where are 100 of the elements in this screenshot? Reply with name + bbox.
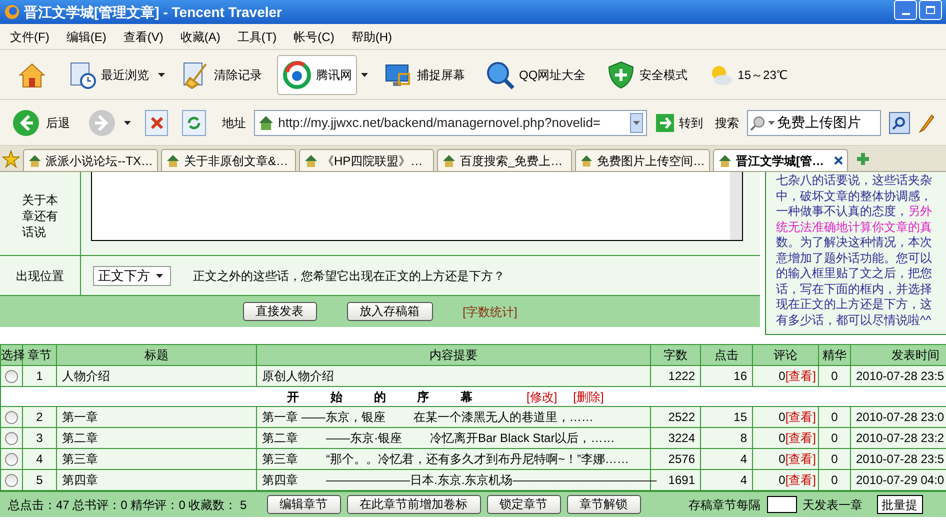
- search-field[interactable]: 免费上传图片: [747, 110, 881, 136]
- batch-submit-button[interactable]: 批量提: [876, 495, 923, 514]
- browser-logo-icon: [4, 4, 20, 20]
- form-button[interactable]: 章节解锁: [566, 495, 641, 514]
- summary-text: 第一章 ——东京，银座: [262, 409, 386, 426]
- page-icon: [718, 154, 732, 168]
- browser-tab[interactable]: 《HP四院联盟》…: [299, 149, 434, 171]
- summary-text: “那个。。冷忆君，还有多久才到布丹尼特啊~！”李娜……: [326, 451, 629, 468]
- refresh-button[interactable]: [182, 110, 206, 136]
- menu-item[interactable]: 工具(T): [237, 28, 277, 46]
- page-icon: [580, 154, 593, 168]
- search-icon: [892, 116, 906, 130]
- menu-item[interactable]: 帐号(C): [294, 28, 334, 46]
- view-link[interactable]: [查看]: [785, 431, 816, 445]
- menu-item[interactable]: 查看(V): [123, 28, 164, 46]
- summary-text: 第二章: [262, 430, 298, 447]
- summary-text: 第四章: [262, 472, 298, 489]
- browser-tab[interactable]: 晋江文学城[管…: [713, 149, 848, 171]
- column-header: 内容提要: [256, 344, 650, 366]
- view-link[interactable]: [查看]: [785, 452, 816, 466]
- days-input[interactable]: [766, 496, 797, 513]
- column-header: 选择: [0, 344, 22, 366]
- stop-button[interactable]: [144, 110, 168, 136]
- portal-logo-icon: [282, 60, 312, 90]
- browser-tab[interactable]: 免费图片上传空间…: [575, 149, 710, 171]
- page-icon: [442, 154, 456, 168]
- form-label: 出现位置: [16, 268, 64, 284]
- view-link[interactable]: [查看]: [785, 410, 816, 424]
- toolbar-button[interactable]: 最近浏览: [62, 54, 154, 94]
- back-button[interactable]: 后退: [12, 108, 70, 136]
- browser-tab[interactable]: 关于非原创文章&…: [161, 149, 296, 171]
- go-button[interactable]: 转到: [655, 112, 704, 132]
- address-field[interactable]: http://my.jjwxc.net/backend/managernovel.php?novelid=: [254, 110, 648, 136]
- search-label: 搜索: [715, 114, 740, 132]
- magnifier-icon: [750, 114, 766, 130]
- scrollbar[interactable]: [730, 172, 742, 240]
- volume-title: 开 始 的 序 幕: [287, 388, 486, 406]
- form-label: 关于本章还有话说: [22, 192, 58, 241]
- caret-icon[interactable]: [124, 120, 131, 124]
- notice-text: 数。为了解决这种情况，本次: [776, 235, 932, 249]
- notice-text: 统无法准确地计算你文章的真: [776, 220, 932, 234]
- maximize-button[interactable]: [919, 0, 942, 20]
- column-header: 标题: [56, 344, 256, 366]
- notice-text: 话，写在下面的框内，并选择: [776, 282, 932, 296]
- plus-icon[interactable]: [855, 150, 871, 166]
- toolbar-button[interactable]: 15～23℃: [702, 54, 792, 94]
- toolbar-button[interactable]: 捕捉屏幕: [378, 54, 470, 94]
- comment-count: 0: [778, 369, 786, 383]
- caret-icon[interactable]: [158, 72, 165, 76]
- minimize-button[interactable]: [894, 0, 917, 20]
- form-button[interactable]: 直接发表: [242, 302, 317, 321]
- stats-text: 总点击：47 总书评：0 精华评：0 收藏数： 5: [8, 496, 247, 514]
- page-icon: [166, 154, 180, 168]
- close-icon[interactable]: [834, 156, 843, 165]
- summary-text: 第三章: [262, 451, 298, 468]
- position-hint: 正文之外的这些话，您希望它出现在正文的上方还是下方？: [193, 268, 505, 284]
- word-count-link[interactable]: [字数统计]: [462, 302, 518, 320]
- table-cell: 第一章: [56, 406, 256, 428]
- browser-tab[interactable]: 派派小说论坛--TX…: [23, 149, 158, 171]
- refresh-icon: [186, 114, 202, 130]
- toolbar-button[interactable]: 安全模式: [600, 54, 693, 94]
- view-link[interactable]: [查看]: [785, 473, 816, 487]
- browser-tab[interactable]: 百度搜索_免费上…: [437, 149, 572, 171]
- radio-button[interactable]: [5, 432, 18, 446]
- caret-icon[interactable]: [156, 274, 163, 278]
- comment-count: 0: [778, 452, 786, 466]
- pencil-icon[interactable]: [918, 112, 934, 132]
- radio-button[interactable]: [5, 474, 18, 488]
- menu-item[interactable]: 文件(F): [10, 28, 50, 46]
- delete-link[interactable]: [删除]: [573, 388, 604, 406]
- radio-button[interactable]: [5, 370, 18, 384]
- menu-item[interactable]: 帮助(H): [351, 28, 392, 46]
- toolbar-button[interactable]: QQ网址大全: [480, 54, 591, 94]
- magnifier-icon: [485, 60, 515, 90]
- form-button[interactable]: 在此章节前增加卷标: [346, 495, 481, 514]
- notice-text: 七杂八的话要说，这些话夹杂: [776, 173, 932, 187]
- dropdown-button[interactable]: [630, 112, 644, 132]
- form-button[interactable]: 编辑章节: [266, 495, 341, 514]
- radio-button[interactable]: [5, 411, 18, 424]
- comment-count: 0: [778, 473, 786, 487]
- notice-text: 中，破坏文章的整体协调感，: [776, 188, 932, 202]
- star-icon[interactable]: [2, 150, 20, 168]
- comment-count: 0: [778, 431, 786, 445]
- toolbar-button[interactable]: 腾讯网: [277, 54, 357, 94]
- position-select[interactable]: 正文下方: [93, 266, 171, 286]
- view-link[interactable]: [查看]: [785, 369, 816, 383]
- page-icon: [304, 154, 318, 168]
- schedule-label: 存稿章节每隔: [688, 496, 761, 514]
- menu-item[interactable]: 编辑(E): [66, 28, 106, 46]
- form-button[interactable]: 放入存稿箱: [346, 302, 433, 321]
- toolbar-button[interactable]: 清除记录: [175, 54, 267, 94]
- caret-icon[interactable]: [361, 72, 368, 76]
- summary-text: 在某一个漆黑无人的巷道里，……: [413, 409, 594, 426]
- schedule-label: 天发表一章: [802, 496, 863, 514]
- edit-link[interactable]: [修改]: [526, 388, 558, 406]
- form-button[interactable]: 锁定章节: [486, 495, 561, 514]
- search-button[interactable]: [888, 112, 910, 134]
- radio-button[interactable]: [5, 453, 18, 466]
- menu-item[interactable]: 收藏(A): [180, 28, 220, 46]
- window-title: 晋江文学城[管理文章] - Tencent Traveler: [24, 2, 282, 22]
